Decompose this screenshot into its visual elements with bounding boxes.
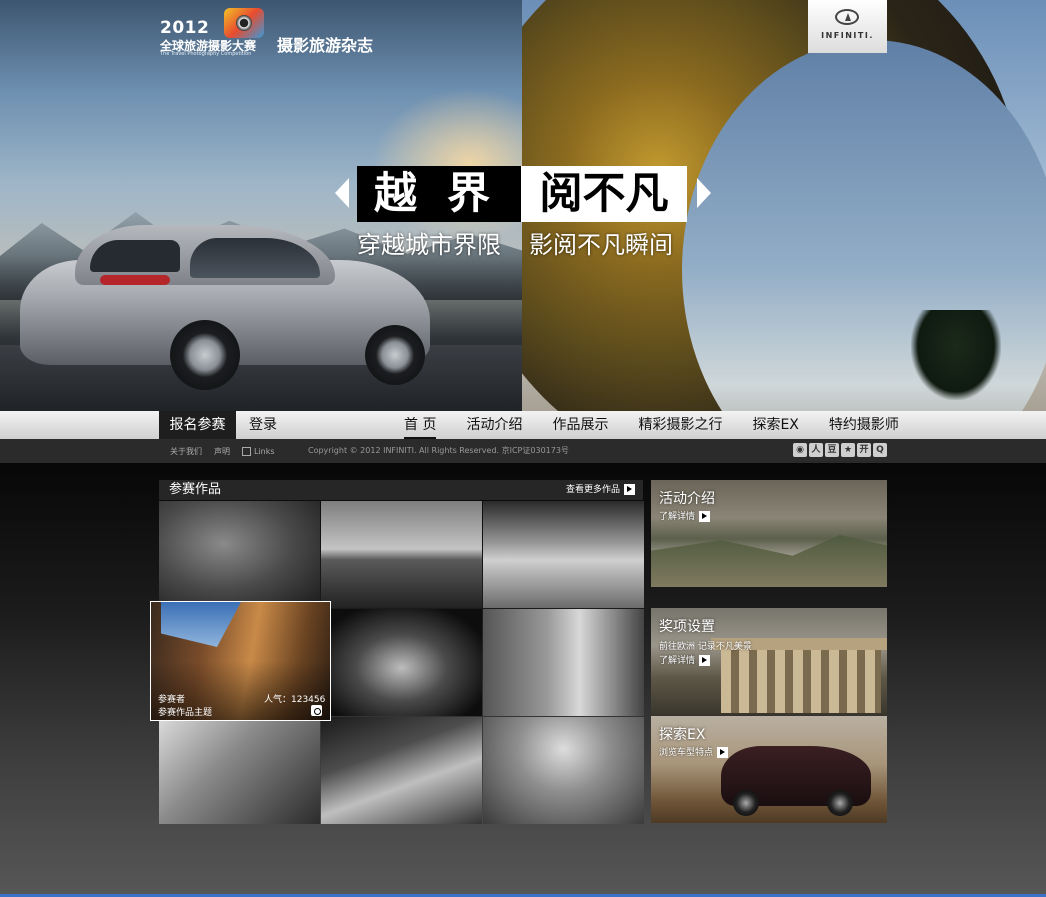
activity-title: 活动介绍 xyxy=(659,491,715,507)
register-button[interactable]: 报名参赛 xyxy=(159,411,236,439)
brand-name: INFINITI. xyxy=(821,31,874,40)
featured-title: 参赛作品主题 xyxy=(158,708,213,718)
hero-headline: 越界 阅不凡 穿越城市界限 影阅不凡瞬间 xyxy=(330,164,720,259)
nav-explore-ex[interactable]: 探索EX xyxy=(752,411,798,439)
nav-trips[interactable]: 精彩摄影之行 xyxy=(638,411,722,439)
contest-name-en: The Travel Photography Competition xyxy=(160,51,252,57)
infiniti-emblem-icon xyxy=(835,9,859,25)
sohu-icon[interactable]: ◉ xyxy=(793,443,807,457)
qq-icon[interactable]: Q xyxy=(873,443,887,457)
renren-icon[interactable]: 人 xyxy=(809,443,823,457)
nav-activity[interactable]: 活动介绍 xyxy=(466,411,522,439)
works-header: 参赛作品 查看更多作品 xyxy=(159,480,643,500)
nav-home[interactable]: 首 页 xyxy=(404,411,437,439)
headline-left: 越界 xyxy=(374,169,520,219)
work-thumbnail[interactable] xyxy=(159,501,320,608)
about-link[interactable]: 关于我们 xyxy=(170,446,202,457)
work-thumbnail[interactable] xyxy=(483,501,644,608)
arrow-right-icon xyxy=(699,655,711,666)
nav-photographers[interactable]: 特约摄影师 xyxy=(829,411,899,439)
explore-detail-link[interactable]: 浏览车型特点 xyxy=(659,745,729,758)
contest-logo[interactable]: 2012 全球旅游摄影大赛 The Travel Photography Com… xyxy=(160,8,385,58)
featured-author: 参赛者 xyxy=(158,695,186,705)
login-link[interactable]: 登录 xyxy=(249,411,277,439)
social-share-bar: ◉ 人 豆 ★ 开 Q xyxy=(791,443,887,457)
activity-promo-card[interactable]: 活动介绍 了解详情 xyxy=(651,480,887,587)
kaixin-icon[interactable]: 开 xyxy=(857,443,871,457)
parthenon-image xyxy=(711,638,887,713)
nav-works[interactable]: 作品展示 xyxy=(552,411,608,439)
featured-work-card[interactable]: 参赛者 参赛作品主题 人气：123456 xyxy=(150,601,331,721)
prev-arrow-icon[interactable] xyxy=(335,178,349,208)
awards-desc: 前往欧洲 记录不凡美景 xyxy=(659,642,752,652)
infiniti-logo[interactable]: INFINITI. xyxy=(808,0,887,53)
awards-title: 奖项设置 xyxy=(659,619,715,635)
footer-links-bar: 关于我们 声明 Links Copyright © 2012 INFINITI.… xyxy=(0,439,1046,463)
statement-link[interactable]: 声明 xyxy=(214,446,230,457)
camera-icon xyxy=(224,8,264,38)
main-navbar: 报名参赛 登录 首 页 活动介绍 作品展示 精彩摄影之行 探索EX 特约摄影师 xyxy=(0,411,1046,439)
works-title: 参赛作品 xyxy=(169,482,222,497)
work-thumbnail[interactable] xyxy=(321,501,482,608)
work-thumbnail[interactable] xyxy=(159,717,320,824)
work-thumbnail[interactable] xyxy=(483,717,644,824)
activity-detail-link[interactable]: 了解详情 xyxy=(659,509,711,522)
star-icon[interactable]: ★ xyxy=(841,443,855,457)
arrow-right-icon xyxy=(717,747,729,758)
headline-right: 阅不凡 xyxy=(539,169,669,219)
subline-left: 穿越城市界限 xyxy=(357,231,501,259)
explore-ex-promo-card[interactable]: 探索EX 浏览车型特点 xyxy=(651,716,887,823)
subline-right: 影阅不凡瞬间 xyxy=(529,231,673,259)
awards-detail-link[interactable]: 了解详情 xyxy=(659,653,711,666)
main-nav: 首 页 活动介绍 作品展示 精彩摄影之行 探索EX 特约摄影师 xyxy=(390,411,929,439)
work-thumbnail[interactable] xyxy=(321,717,482,824)
links-icon xyxy=(242,446,251,456)
contest-year: 2012 xyxy=(160,18,210,38)
arrow-right-icon xyxy=(624,484,635,495)
copyright-text: Copyright © 2012 INFINITI. All Rights Re… xyxy=(308,446,569,455)
work-thumbnail[interactable] xyxy=(483,609,644,716)
awards-promo-card[interactable]: 奖项设置 前往欧洲 记录不凡美景 了解详情 xyxy=(651,608,887,715)
arrow-right-icon xyxy=(699,511,711,522)
next-arrow-icon[interactable] xyxy=(697,178,711,208)
featured-popularity: 人气：123456 xyxy=(264,695,326,705)
ex-car-image xyxy=(721,746,871,816)
more-works-link[interactable]: 查看更多作品 xyxy=(566,480,635,500)
explore-title: 探索EX xyxy=(659,727,706,743)
share-icon[interactable] xyxy=(311,705,322,716)
links-link[interactable]: Links xyxy=(242,446,275,456)
work-thumbnail[interactable] xyxy=(321,609,482,716)
douban-icon[interactable]: 豆 xyxy=(825,443,839,457)
hero-banner: 2012 全球旅游摄影大赛 The Travel Photography Com… xyxy=(0,0,1046,412)
magazine-name: 摄影旅游杂志 xyxy=(277,36,374,55)
